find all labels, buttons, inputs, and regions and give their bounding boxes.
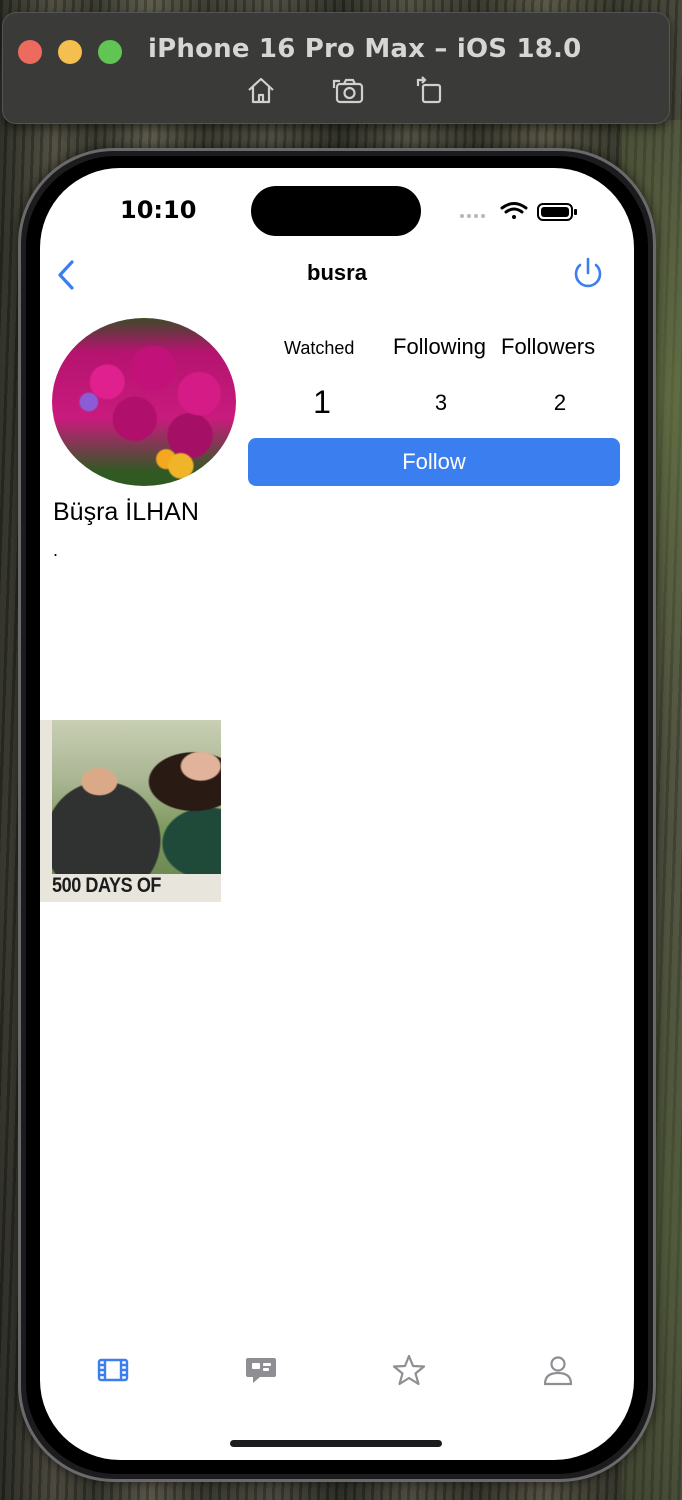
watched-count: 1 xyxy=(313,384,331,420)
dynamic-island xyxy=(251,186,421,236)
avatar xyxy=(52,318,236,486)
watched-label: Watched xyxy=(284,338,355,358)
rotate-icon[interactable] xyxy=(412,74,446,108)
following-label[interactable]: Following xyxy=(393,334,486,360)
poster-title: 500 DAYS OF xyxy=(52,874,162,897)
poster-image xyxy=(52,720,221,874)
home-indicator[interactable] xyxy=(230,1440,442,1447)
follow-button[interactable]: Follow xyxy=(248,438,620,486)
wifi-icon xyxy=(500,202,528,219)
status-icons xyxy=(460,202,577,221)
movie-poster[interactable]: 500 DAYS OF xyxy=(40,720,221,902)
followers-count[interactable]: 2 xyxy=(542,390,578,416)
cellular-signal-icon xyxy=(460,214,485,218)
power-icon[interactable] xyxy=(570,256,606,292)
followers-label[interactable]: Followers xyxy=(501,334,595,360)
person-icon[interactable] xyxy=(538,1350,578,1390)
profile-full-name: Büşra İLHAN xyxy=(53,498,199,526)
minimize-window-button[interactable] xyxy=(58,40,82,64)
app-screen: 10:10 busra Büşra İLHAN . Watched Follow… xyxy=(40,168,634,1460)
profile-bio: . xyxy=(53,540,59,560)
star-icon[interactable] xyxy=(389,1350,429,1390)
following-count[interactable]: 3 xyxy=(424,390,458,416)
simulator-title: iPhone 16 Pro Max – iOS 18.0 xyxy=(148,34,582,64)
battery-icon xyxy=(537,203,577,221)
film-icon[interactable] xyxy=(93,1350,133,1390)
status-time: 10:10 xyxy=(120,196,197,224)
tab-bar xyxy=(40,1350,634,1400)
close-window-button[interactable] xyxy=(18,40,42,64)
screenshot-icon[interactable] xyxy=(332,74,366,108)
zoom-window-button[interactable] xyxy=(98,40,122,64)
chat-icon[interactable] xyxy=(241,1350,281,1390)
home-icon[interactable] xyxy=(244,74,278,108)
page-title: busra xyxy=(307,260,367,285)
simulator-toolbar: iPhone 16 Pro Max – iOS 18.0 xyxy=(2,12,670,124)
